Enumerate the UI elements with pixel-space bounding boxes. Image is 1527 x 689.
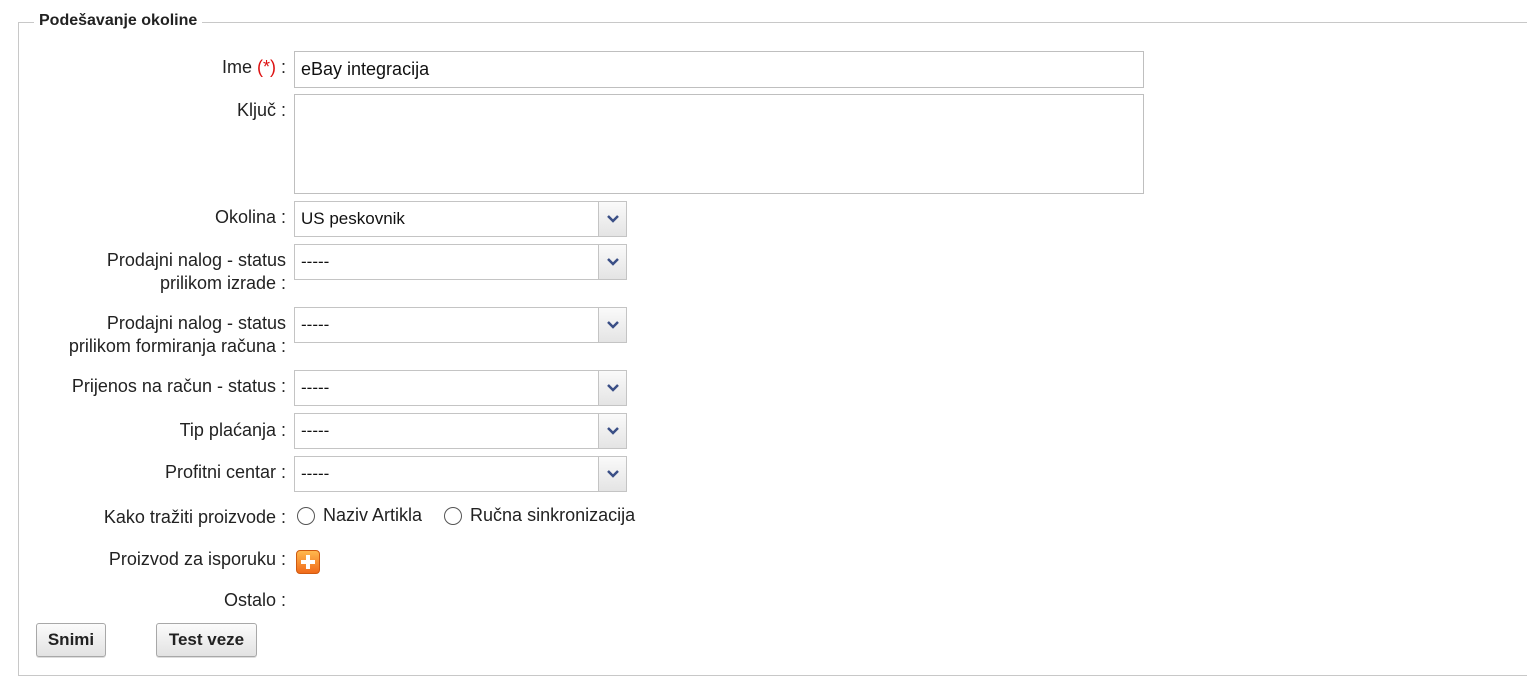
status-izrade-label: Prodajni nalog - status prilikom izrade … (107, 249, 286, 295)
chevron-down-icon[interactable] (598, 202, 626, 236)
kako-traziti-radio-group: Naziv Artikla Ručna sinkronizacija (297, 505, 657, 526)
status-izrade-label-line1: Prodajni nalog - status (106, 250, 286, 270)
prijenos-select[interactable]: ----- (294, 370, 627, 406)
okolina-select[interactable]: US peskovnik (294, 201, 627, 237)
kljuc-textarea[interactable] (294, 94, 1144, 194)
save-button[interactable]: Snimi (36, 623, 106, 657)
ostalo-label: Ostalo : (223, 590, 286, 610)
chevron-down-icon[interactable] (598, 245, 626, 279)
prijenos-value: ----- (301, 378, 330, 397)
radio-naziv-artikla-label: Naziv Artikla (323, 505, 423, 525)
test-connection-button[interactable]: Test veze (156, 623, 257, 657)
status-racuna-label: Prodajni nalog - status prilikom formira… (69, 312, 286, 358)
profitni-centar-select[interactable]: ----- (294, 456, 627, 492)
tip-placanja-value: ----- (301, 421, 330, 440)
status-izrade-value: ----- (301, 252, 330, 271)
ime-input[interactable]: eBay integracija (294, 51, 1144, 88)
kako-traziti-label: Kako tražiti proizvode : (103, 507, 286, 527)
tip-placanja-label: Tip plaćanja : (179, 420, 286, 440)
ime-label: Ime (*) : (222, 56, 286, 79)
status-izrade-select[interactable]: ----- (294, 244, 627, 280)
panel-title: Podešavanje okoline (34, 12, 203, 30)
radio-circle-icon[interactable] (444, 506, 463, 525)
chevron-down-icon[interactable] (598, 414, 626, 448)
tip-placanja-select[interactable]: ----- (294, 413, 627, 449)
status-racuna-value: ----- (301, 315, 330, 334)
chevron-down-icon[interactable] (598, 457, 626, 491)
status-izrade-label-line2: prilikom izrade : (159, 273, 286, 293)
chevron-down-icon[interactable] (598, 371, 626, 405)
proizvod-isporuka-label: Proizvod za isporuku : (108, 549, 286, 569)
required-mark: (*) (256, 57, 276, 77)
kljuc-label: Ključ : (236, 100, 286, 120)
add-product-button[interactable] (296, 550, 320, 574)
okolina-value: US peskovnik (301, 209, 405, 228)
okolina-label: Okolina : (214, 207, 286, 227)
radio-rucna-sinkronizacija[interactable]: Ručna sinkronizacija (444, 505, 635, 526)
prijenos-label: Prijenos na račun - status : (71, 376, 286, 396)
ime-label-text: Ime (221, 57, 252, 77)
radio-naziv-artikla[interactable]: Naziv Artikla (297, 505, 422, 526)
chevron-down-icon[interactable] (598, 308, 626, 342)
radio-circle-icon[interactable] (297, 506, 315, 525)
status-racuna-select[interactable]: ----- (294, 307, 627, 343)
ime-label-suffix: : (275, 57, 286, 77)
status-racuna-label-line2: prilikom formiranja računa : (68, 336, 286, 356)
profitni-centar-value: ----- (301, 464, 330, 483)
status-racuna-label-line1: Prodajni nalog - status (106, 313, 286, 333)
plus-icon (306, 555, 310, 569)
radio-rucna-sinkronizacija-label: Ručna sinkronizacija (470, 505, 636, 525)
profitni-centar-label: Profitni centar : (164, 462, 286, 482)
